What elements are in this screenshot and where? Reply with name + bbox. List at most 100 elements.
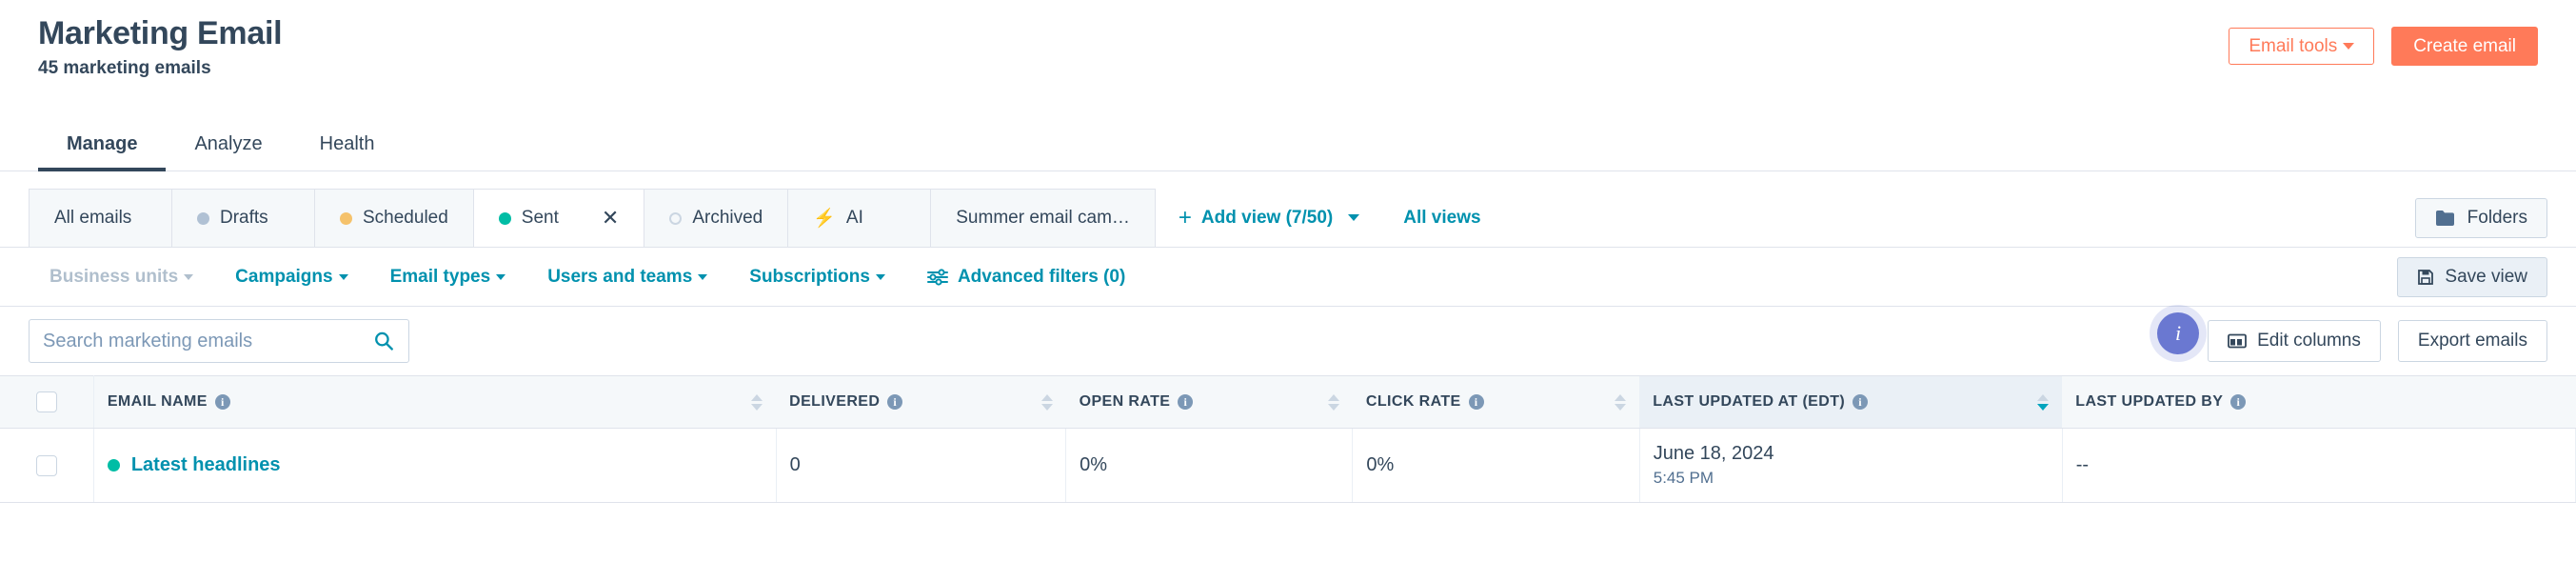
cell-open-rate: 0% [1065, 428, 1354, 504]
filter-subscriptions[interactable]: Subscriptions [728, 267, 906, 288]
cell-email-name: Latest headlines [93, 428, 777, 504]
filter-email-types[interactable]: Email types [369, 267, 527, 288]
tab-manage[interactable]: Manage [38, 133, 167, 171]
status-dot-sent-icon [107, 459, 120, 472]
sort-desc-icon[interactable] [1327, 403, 1339, 411]
view-tabs-row: All emails Drafts Scheduled Sent ✕ Archi… [0, 189, 2576, 248]
column-header-open-rate[interactable]: OPEN RATE i [1065, 375, 1353, 429]
cell-last-updated-at: June 18, 2024 5:45 PM [1639, 428, 2063, 504]
chevron-down-icon [2343, 43, 2355, 50]
info-badge[interactable]: i [2157, 312, 2199, 354]
add-view-label: Add view (7/50) [1200, 207, 1334, 228]
main-tabs: Manage Analyze Health [0, 114, 2576, 171]
sparkle-icon: ⚡ [813, 209, 836, 229]
status-dot-archived-icon [669, 211, 683, 225]
add-view-button[interactable]: + Add view (7/50) [1156, 189, 1382, 247]
export-emails-button[interactable]: Export emails [2397, 320, 2547, 362]
select-all-header [0, 375, 94, 429]
advanced-filters-button[interactable]: Advanced filters (0) [906, 267, 1146, 288]
view-tab-label: All emails [54, 208, 132, 228]
column-label: DELIVERED [789, 393, 881, 410]
all-views-link[interactable]: All views [1382, 189, 1501, 247]
column-label: OPEN RATE [1079, 393, 1171, 410]
search-icon[interactable] [373, 330, 395, 352]
sort-arrows[interactable] [751, 393, 763, 411]
select-all-checkbox[interactable] [35, 391, 57, 412]
tab-health[interactable]: Health [291, 133, 404, 171]
sort-desc-icon[interactable] [2037, 403, 2050, 411]
view-tab-ai[interactable]: ⚡ AI [788, 189, 932, 247]
info-icon[interactable]: i [1468, 394, 1484, 410]
column-header-delivered[interactable]: DELIVERED i [776, 375, 1066, 429]
view-tab-drafts[interactable]: Drafts [172, 189, 315, 247]
close-icon[interactable]: ✕ [602, 208, 619, 229]
info-icon[interactable]: i [1853, 394, 1869, 410]
column-header-last-updated-by[interactable]: LAST UPDATED BY i [2062, 375, 2576, 429]
info-icon[interactable]: i [2230, 394, 2247, 410]
view-tab-summer-campaign[interactable]: Summer email cam… [931, 189, 1156, 247]
chevron-down-icon [184, 273, 194, 280]
sliders-icon [926, 268, 948, 286]
view-tabs: All emails Drafts Scheduled Sent ✕ Archi… [29, 189, 1156, 247]
save-view-button[interactable]: Save view [2397, 256, 2547, 297]
sort-arrows[interactable] [1327, 393, 1339, 411]
sort-asc-icon[interactable] [1327, 393, 1339, 401]
save-icon [2418, 269, 2434, 285]
sort-desc-icon[interactable] [1615, 403, 1627, 411]
search-box[interactable] [29, 319, 409, 363]
column-label: LAST UPDATED BY [2075, 393, 2224, 410]
filter-label: Email types [389, 266, 491, 287]
info-icon[interactable]: i [1178, 394, 1194, 410]
sort-arrows[interactable] [2037, 393, 2050, 411]
last-updated-time: 5:45 PM [1653, 469, 1714, 487]
email-name-link[interactable]: Latest headlines [131, 454, 281, 476]
filter-users-and-teams[interactable]: Users and teams [526, 267, 728, 288]
search-input[interactable] [43, 330, 374, 352]
edit-columns-label: Edit columns [2257, 331, 2361, 351]
sort-arrows[interactable] [1615, 393, 1627, 411]
view-tab-sent[interactable]: Sent ✕ [473, 189, 645, 247]
view-tab-scheduled[interactable]: Scheduled [315, 189, 474, 247]
email-tools-label: Email tools [2249, 36, 2338, 56]
info-icon[interactable]: i [214, 394, 230, 410]
folder-icon [2435, 210, 2454, 226]
create-email-button[interactable]: Create email [2391, 27, 2538, 66]
table-row[interactable]: Latest headlines 0 0% 0% June 18, 2024 5… [0, 428, 2576, 504]
filter-label: Users and teams [547, 266, 693, 287]
column-header-email-name[interactable]: EMAIL NAME i [93, 375, 777, 429]
sort-asc-icon[interactable] [751, 393, 763, 401]
sort-asc-icon[interactable] [2037, 393, 2050, 401]
view-tab-all-emails[interactable]: All emails [30, 189, 172, 247]
sort-asc-icon[interactable] [1040, 393, 1053, 401]
advanced-filters-label: Advanced filters (0) [957, 266, 1126, 287]
info-icon[interactable]: i [887, 394, 903, 410]
sort-desc-icon[interactable] [1040, 403, 1053, 411]
column-header-click-rate[interactable]: CLICK RATE i [1352, 375, 1640, 429]
filter-business-units[interactable]: Business units [29, 267, 214, 288]
table-header: EMAIL NAME i DELIVERED i OPEN RATE i CLI… [0, 375, 2576, 429]
row-checkbox[interactable] [35, 454, 57, 476]
view-tab-label: Sent [521, 208, 559, 228]
folders-button[interactable]: Folders [2414, 197, 2547, 238]
plus-icon: + [1178, 204, 1192, 231]
status-dot-draft-icon [197, 211, 209, 225]
page-title: Marketing Email [38, 15, 283, 51]
filter-label: Campaigns [235, 266, 333, 287]
column-header-last-updated-at[interactable]: LAST UPDATED AT (EDT) i [1639, 375, 2063, 429]
filter-campaigns[interactable]: Campaigns [214, 267, 368, 288]
sort-desc-icon[interactable] [751, 403, 763, 411]
email-tools-button[interactable]: Email tools [2229, 28, 2375, 65]
tab-analyze[interactable]: Analyze [166, 133, 290, 171]
filter-label: Business units [50, 266, 179, 287]
status-dot-sent-icon [498, 211, 511, 225]
view-tab-label: Archived [692, 208, 763, 228]
sort-asc-icon[interactable] [1615, 393, 1627, 401]
cell-click-rate: 0% [1352, 428, 1640, 504]
edit-columns-button[interactable]: Edit columns [2208, 320, 2381, 362]
table-header-row: EMAIL NAME i DELIVERED i OPEN RATE i CLI… [0, 375, 2576, 429]
status-dot-scheduled-icon [340, 211, 352, 225]
table-body: Latest headlines 0 0% 0% June 18, 2024 5… [0, 428, 2576, 504]
view-tab-archived[interactable]: Archived [644, 189, 789, 247]
sort-arrows[interactable] [1040, 393, 1053, 411]
columns-icon [2228, 333, 2248, 349]
